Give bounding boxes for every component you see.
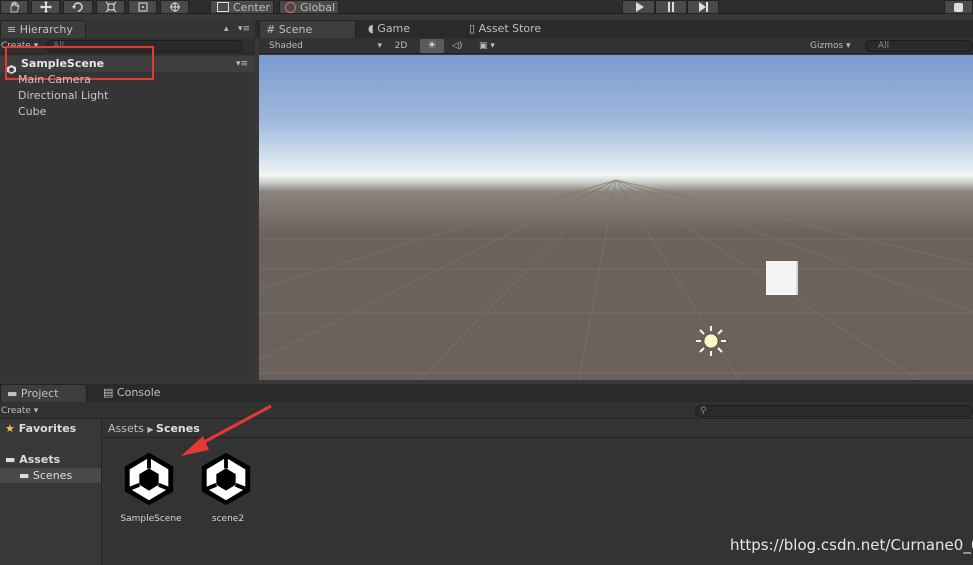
bag-icon: ▯ bbox=[469, 22, 476, 35]
folder-icon: ▬ bbox=[5, 453, 16, 466]
tab-scene-label: Scene bbox=[278, 23, 313, 36]
project-create-label: Create bbox=[1, 406, 31, 416]
globe-icon bbox=[285, 1, 296, 13]
pivot-label: Center bbox=[233, 0, 271, 14]
gizmos-dropdown[interactable]: Gizmos ▾ bbox=[810, 39, 851, 53]
project-search-input[interactable]: ⚲ bbox=[695, 405, 973, 417]
scene-menu-icon[interactable]: ▾≡ bbox=[236, 57, 248, 71]
favorites-label: Favorites bbox=[18, 422, 77, 435]
panel-menu-icon[interactable]: ▾≡ bbox=[238, 22, 250, 36]
pause-button[interactable] bbox=[655, 0, 687, 14]
scene-viewport[interactable] bbox=[259, 55, 973, 380]
scale-tool-button[interactable] bbox=[96, 0, 125, 14]
cube-object[interactable] bbox=[766, 261, 798, 295]
scenes-label: Scenes bbox=[32, 469, 73, 482]
tab-project-label: Project bbox=[20, 387, 59, 400]
shading-mode-label: Shaded bbox=[269, 41, 303, 51]
hierarchy-item-main-camera[interactable]: Main Camera bbox=[18, 73, 91, 87]
pivot-icon bbox=[217, 2, 229, 12]
console-icon: ▤ bbox=[103, 386, 114, 399]
breadcrumb-separator-icon: ▶ bbox=[147, 425, 157, 434]
star-icon: ★ bbox=[5, 422, 15, 435]
ground-grid bbox=[259, 179, 973, 380]
hierarchy-item-directional-light[interactable]: Directional Light bbox=[18, 89, 108, 103]
asset-tile[interactable]: SampleScene bbox=[118, 450, 184, 530]
tab-scene[interactable]: # Scene bbox=[259, 20, 356, 38]
scale-icon bbox=[105, 1, 116, 13]
assets-folder[interactable]: ▬ Assets bbox=[5, 453, 60, 467]
mode-2d-toggle[interactable]: 2D bbox=[390, 39, 412, 53]
transform-icon bbox=[169, 2, 180, 12]
space-toggle[interactable]: Global bbox=[279, 0, 339, 14]
rotate-tool-button[interactable] bbox=[63, 0, 93, 14]
tab-console-label: Console bbox=[116, 386, 161, 399]
sun-icon: ☀ bbox=[427, 40, 437, 51]
lock-icon[interactable]: ▴ bbox=[224, 22, 229, 36]
image-icon: ▣ bbox=[479, 41, 488, 51]
space-label: Global bbox=[300, 0, 336, 14]
play-icon bbox=[635, 2, 644, 12]
pacman-icon: ◖ bbox=[368, 22, 374, 35]
project-create-button[interactable]: Create ▾ bbox=[1, 404, 38, 418]
project-sidebar bbox=[0, 420, 102, 565]
folder-icon: ▬ bbox=[19, 469, 30, 482]
tab-asset-store-label: Asset Store bbox=[478, 22, 542, 35]
tab-hierarchy[interactable]: ≡ Hierarchy bbox=[0, 20, 86, 38]
check-icon bbox=[954, 2, 963, 12]
hand-icon bbox=[10, 1, 20, 13]
scene-search-input[interactable]: All bbox=[865, 40, 973, 52]
directional-light-gizmo[interactable] bbox=[695, 325, 727, 357]
tab-asset-store[interactable]: ▯ Asset Store bbox=[463, 20, 541, 38]
step-button[interactable] bbox=[687, 0, 719, 14]
annotation-arrow-icon bbox=[181, 404, 272, 456]
step-icon bbox=[699, 2, 708, 12]
chevron-down-icon: ▾ bbox=[377, 41, 382, 51]
transform-tool-button[interactable] bbox=[160, 0, 189, 14]
hierarchy-title: Hierarchy bbox=[19, 23, 73, 36]
scenes-folder-label-wrap: ▬ Scenes bbox=[19, 469, 72, 483]
search-icon: ⚲ bbox=[700, 406, 707, 416]
audio-toggle[interactable]: ◁) bbox=[452, 39, 462, 53]
scene-search-placeholder: All bbox=[878, 41, 890, 51]
gizmos-label: Gizmos bbox=[810, 41, 844, 51]
rect-tool-button[interactable] bbox=[128, 0, 157, 14]
list-icon: ≡ bbox=[7, 23, 17, 36]
tab-game[interactable]: ◖ Game bbox=[362, 20, 410, 38]
unity-scene-icon bbox=[124, 452, 174, 506]
tab-game-label: Game bbox=[377, 22, 411, 35]
hand-tool-button[interactable] bbox=[0, 0, 28, 14]
favorites-item[interactable]: ★ Favorites bbox=[5, 422, 76, 436]
collab-button[interactable] bbox=[944, 0, 973, 14]
rect-icon bbox=[138, 2, 147, 12]
tab-console[interactable]: ▤ Console bbox=[97, 384, 161, 402]
asset-tile[interactable]: scene2 bbox=[195, 450, 261, 530]
pivot-toggle[interactable]: Center bbox=[210, 0, 274, 14]
lighting-toggle[interactable]: ☀ bbox=[420, 39, 444, 53]
hierarchy-item-cube[interactable]: Cube bbox=[18, 105, 46, 119]
grid-icon: # bbox=[266, 23, 276, 36]
sun-gizmo-icon bbox=[696, 326, 726, 356]
rotate-icon bbox=[72, 2, 83, 12]
play-button[interactable] bbox=[622, 0, 655, 14]
shading-mode-dropdown[interactable]: Shaded ▾ bbox=[269, 39, 384, 53]
watermark: https://blog.csdn.net/Curnane0_0 bbox=[730, 536, 973, 554]
move-tool-button[interactable] bbox=[31, 0, 60, 14]
speaker-icon: ◁) bbox=[452, 41, 463, 51]
assets-label: Assets bbox=[19, 453, 61, 466]
asset-name: SampleScene bbox=[120, 514, 182, 524]
pause-icon bbox=[668, 2, 674, 12]
effects-dropdown[interactable]: ▣ ▾ bbox=[479, 39, 495, 53]
breadcrumb-assets[interactable]: Assets bbox=[108, 422, 144, 435]
folder-icon: ▬ bbox=[7, 387, 18, 400]
tab-project[interactable]: ▬ Project bbox=[0, 384, 87, 402]
move-icon bbox=[39, 1, 52, 13]
asset-name: scene2 bbox=[211, 514, 245, 524]
